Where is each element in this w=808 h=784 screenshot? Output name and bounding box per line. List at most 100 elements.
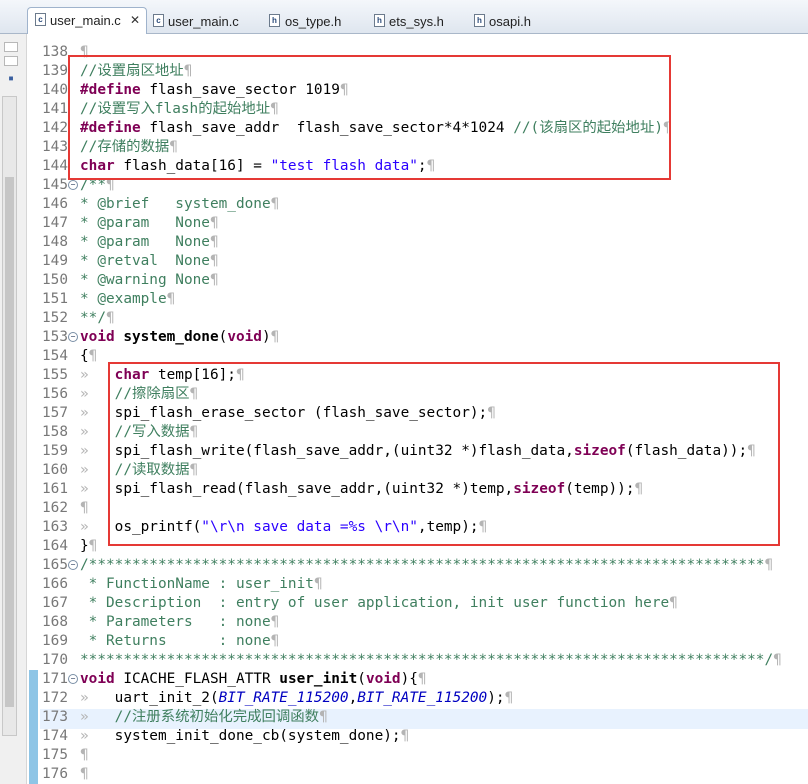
line-number: 173 — [42, 709, 68, 725]
line-number: 158 — [42, 424, 68, 440]
tab-label: user_main.c — [50, 13, 121, 28]
line-number: 162 — [42, 500, 68, 516]
fold-toggle-icon[interactable]: − — [68, 674, 78, 684]
code-token: /***************************************… — [80, 557, 765, 573]
line-number: 156 — [42, 386, 68, 402]
code-token: ( — [357, 671, 366, 687]
code-line[interactable]: 146 * @brief system_done¶ — [40, 195, 808, 214]
code-text: ****************************************… — [80, 651, 782, 670]
close-icon[interactable]: ✕ — [130, 13, 140, 27]
code-line[interactable]: 174 » system_init_done_cb(system_done);¶ — [40, 727, 808, 746]
code-line[interactable]: 152 **/¶ — [40, 309, 808, 328]
tab-ets-sys-h[interactable]: h ets_sys.h — [373, 9, 473, 33]
whitespace-marker: ¶ — [319, 709, 328, 725]
code-line[interactable]: 151 * @example¶ — [40, 290, 808, 309]
line-number: 147 — [42, 215, 68, 231]
line-number: 172 — [42, 690, 68, 706]
line-number: 166 — [42, 576, 68, 592]
code-line[interactable]: 176 ¶ — [40, 765, 808, 784]
line-number: 146 — [42, 196, 68, 212]
code-text: * Returns : none¶ — [80, 632, 280, 651]
code-line[interactable]: 166 * FunctionName : user_init¶ — [40, 575, 808, 594]
fold-toggle-icon[interactable]: − — [68, 180, 78, 190]
code-line[interactable]: 147 * @param None¶ — [40, 214, 808, 233]
line-number: 154 — [42, 348, 68, 364]
line-number: 164 — [42, 538, 68, 554]
line-number: 140 — [42, 82, 68, 98]
whitespace-marker: ¶ — [88, 348, 98, 364]
line-number: 163 — [42, 519, 68, 535]
code-line[interactable]: 171− void ICACHE_FLASH_ATTR user_init(voi… — [40, 670, 808, 689]
tab-user-main-c-active[interactable]: c user_main.c ✕ — [27, 7, 147, 34]
annotation-marker-icon[interactable]: ▪ — [4, 72, 18, 86]
code-line[interactable]: 150 * @warning None¶ — [40, 271, 808, 290]
code-token: void — [365, 671, 401, 687]
code-line[interactable]: 165−/***********************************… — [40, 556, 808, 575]
code-token: * @example — [80, 291, 167, 307]
whitespace-marker: ¶ — [209, 253, 219, 269]
code-token: //注册系统初始化完成回调函数 — [114, 709, 320, 725]
c-file-icon: c — [35, 13, 46, 26]
whitespace-marker: ¶ — [80, 766, 89, 782]
line-number: 157 — [42, 405, 68, 421]
tab-label: osapi.h — [489, 14, 531, 29]
line-number: 144 — [42, 158, 68, 174]
code-line[interactable]: 149 * @retval None¶ — [40, 252, 808, 271]
code-token: } — [80, 538, 89, 554]
editor-left-ruler: ▪ — [0, 34, 27, 784]
ruler-button[interactable] — [4, 42, 18, 52]
code-token: * @param None — [80, 234, 210, 250]
whitespace-marker: ¶ — [80, 747, 89, 763]
fold-toggle-icon[interactable]: − — [68, 560, 78, 570]
line-number: 169 — [42, 633, 68, 649]
code-text: » system_init_done_cb(system_done);¶ — [80, 727, 409, 746]
whitespace-marker: ¶ — [270, 329, 280, 345]
code-line[interactable]: 170 *************************************… — [40, 651, 808, 670]
line-number: 142 — [42, 120, 68, 136]
code-line[interactable]: 168 * Parameters : none¶ — [40, 613, 808, 632]
code-text: * @param None¶ — [80, 214, 219, 233]
editor-tab-bar: c user_main.c ✕ c user_main.c h os_type.… — [0, 0, 808, 34]
code-line[interactable]: 169 * Returns : none¶ — [40, 632, 808, 651]
line-number: 138 — [42, 44, 68, 60]
whitespace-marker: » — [80, 728, 115, 744]
code-token: * Parameters : none — [80, 614, 271, 630]
code-line[interactable]: 148 * @param None¶ — [40, 233, 808, 252]
line-number: 152 — [42, 310, 68, 326]
tab-osapi-h[interactable]: h osapi.h — [473, 9, 573, 33]
tab-os-type-h[interactable]: h os_type.h — [268, 9, 368, 33]
line-number: 153 — [42, 329, 68, 345]
code-text: * @example¶ — [80, 290, 175, 309]
ruler-button[interactable] — [4, 56, 18, 66]
line-number: 170 — [42, 652, 68, 668]
fold-toggle-icon[interactable]: − — [68, 332, 78, 342]
line-number: 175 — [42, 747, 68, 763]
code-line[interactable]: 167 * Description : entry of user applic… — [40, 594, 808, 613]
code-line[interactable]: 172» uart_init_2(BIT_RATE_115200,BIT_RAT… — [40, 689, 808, 708]
overview-scrollbar-thumb[interactable] — [5, 177, 14, 707]
code-text: * @retval None¶ — [80, 252, 219, 271]
code-text: {¶ — [80, 347, 97, 366]
line-number: 174 — [42, 728, 68, 744]
whitespace-marker: » — [80, 709, 115, 725]
code-line[interactable]: 175 ¶ — [40, 746, 808, 765]
code-text: void system_done(void)¶ — [80, 328, 279, 347]
whitespace-marker: ¶ — [400, 728, 410, 744]
code-text: ¶ — [80, 746, 89, 765]
tab-label: os_type.h — [285, 14, 342, 29]
highlight-box-function-body — [108, 362, 780, 546]
overview-scrollbar[interactable] — [2, 96, 17, 736]
code-line[interactable]: 153− void system_done(void)¶ — [40, 328, 808, 347]
code-token: * @brief system_done — [80, 196, 271, 212]
code-token: **/ — [80, 310, 106, 326]
line-number: 159 — [42, 443, 68, 459]
code-text: * @param None¶ — [80, 233, 219, 252]
line-number: 171 — [42, 671, 68, 687]
tab-label: ets_sys.h — [389, 14, 444, 29]
code-line[interactable]: 173 » //注册系统初始化完成回调函数¶ — [40, 708, 808, 727]
whitespace-marker: ¶ — [270, 614, 280, 630]
line-number: 151 — [42, 291, 68, 307]
tab-user-main-c[interactable]: c user_main.c — [150, 9, 260, 33]
whitespace-marker: ¶ — [270, 196, 280, 212]
c-file-icon: c — [153, 14, 164, 27]
